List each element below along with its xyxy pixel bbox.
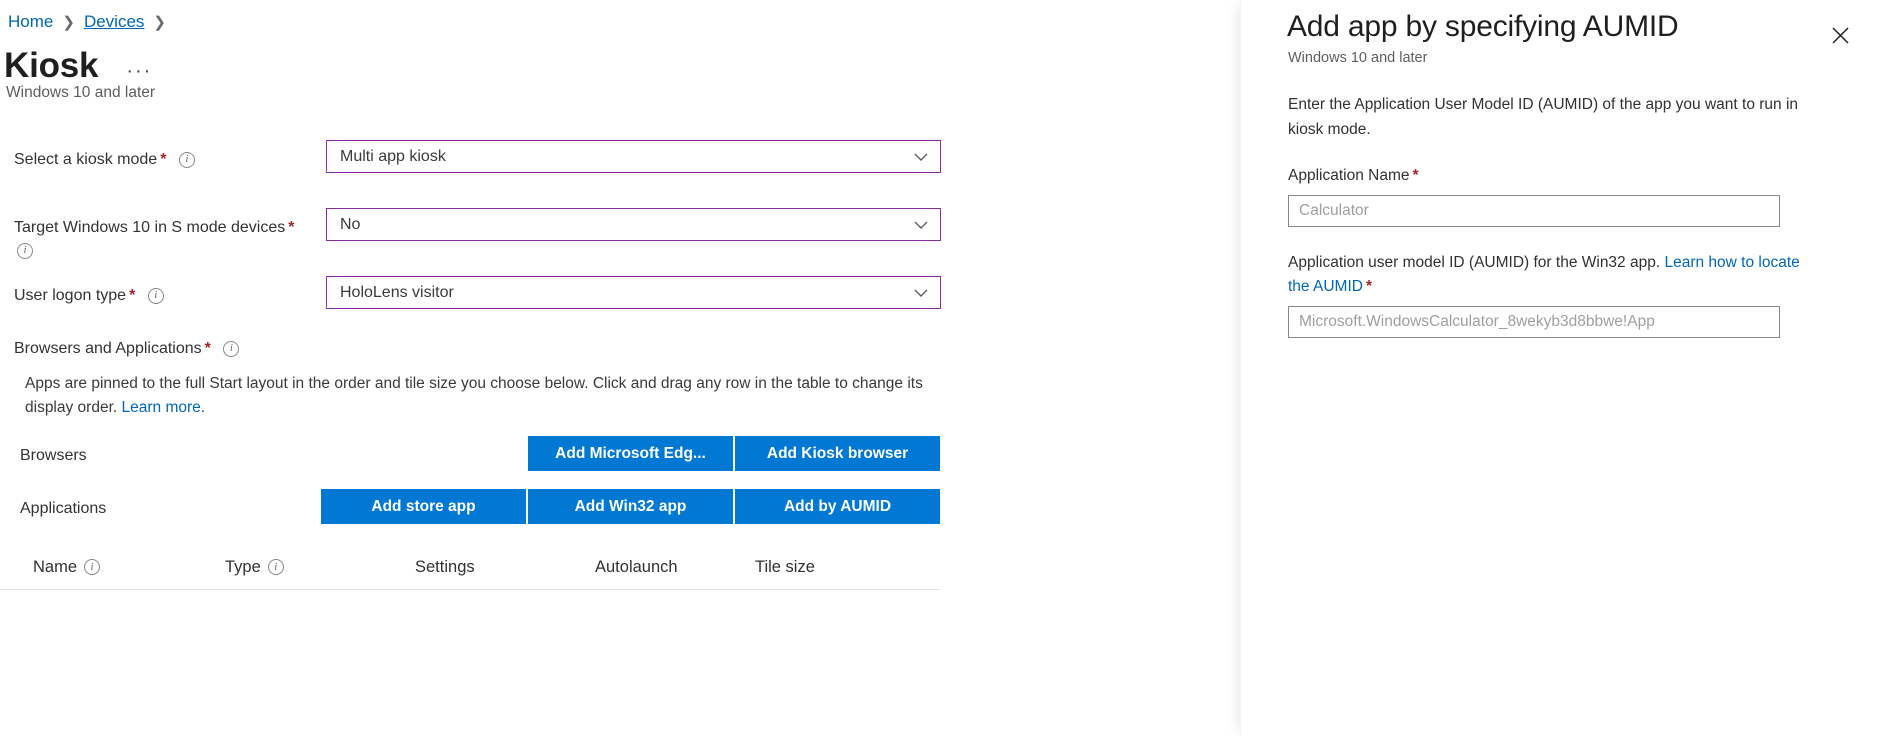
more-options-button[interactable]: ··· [120,61,158,81]
chevron-down-icon [912,148,930,166]
add-store-app-button[interactable]: Add store app [321,489,526,524]
add-app-button-rows: Browsers Add Microsoft Edg... Add Kiosk … [0,436,1240,531]
aumid-input[interactable]: Microsoft.WindowsCalculator_8wekyb3d8bbw… [1288,306,1780,338]
table-header-settings: Settings [415,558,595,577]
chevron-down-icon [912,216,930,234]
required-asterisk: * [160,151,166,168]
add-win32-app-button[interactable]: Add Win32 app [528,489,733,524]
dropdown-logon-type[interactable]: HoloLens visitor [326,276,941,309]
kiosk-settings-form: Select a kiosk mode* i Multi app kiosk T… [0,140,1240,590]
application-name-input[interactable]: Calculator [1288,195,1780,227]
table-header-name: Name i [33,558,225,577]
applications-row-label: Applications [20,500,106,518]
apps-section-header: Browsers and Applications* i Apps are pi… [0,340,1240,436]
breadcrumb-item-devices[interactable]: Devices [84,12,144,32]
info-icon[interactable]: i [179,152,195,168]
dropdown-s-mode-value: No [340,216,912,234]
applications-button-row: Applications Add store app Add Win32 app… [0,489,1240,531]
table-header-type-text: Type [225,558,261,577]
label-browsers-and-applications: Browsers and Applications* i [14,340,239,358]
aumid-placeholder: Microsoft.WindowsCalculator_8wekyb3d8bbw… [1299,313,1655,331]
add-kiosk-browser-button[interactable]: Add Kiosk browser [735,436,940,471]
panel-body: Enter the Application User Model ID (AUM… [1241,92,1881,362]
table-header-tile-size: Tile size [755,558,895,577]
label-application-name: Application Name* [1288,164,1800,188]
form-row-kiosk-mode: Select a kiosk mode* i Multi app kiosk [0,140,1240,178]
label-aumid: Application user model ID (AUMID) for th… [1288,251,1800,299]
info-icon[interactable]: i [17,243,33,259]
label-aumid-text: Application user model ID (AUMID) for th… [1288,254,1664,271]
dropdown-logon-type-value: HoloLens visitor [340,284,912,302]
table-header-row: Name i Type i Settings Autolaunch Tile s… [0,545,940,589]
panel-title: Add app by specifying AUMID [1287,10,1678,44]
add-aumid-panel: Add app by specifying AUMID Windows 10 a… [1240,0,1881,736]
page-subtitle: Windows 10 and later [6,84,155,102]
table-header-divider [0,589,940,590]
chevron-down-icon [912,284,930,302]
label-logon-type-text: User logon type [14,287,126,304]
application-name-placeholder: Calculator [1299,202,1369,220]
table-header-autolaunch: Autolaunch [595,558,755,577]
info-icon[interactable]: i [268,559,284,575]
info-icon[interactable]: i [84,559,100,575]
table-header-name-text: Name [33,558,77,577]
close-icon[interactable] [1823,18,1857,52]
page-title-row: Kiosk ··· [4,46,158,86]
label-kiosk-mode: Select a kiosk mode* i [14,148,314,171]
info-icon[interactable]: i [148,288,164,304]
panel-description: Enter the Application User Model ID (AUM… [1288,92,1800,142]
app-root: Home ❯ Devices ❯ Kiosk ··· Windows 10 an… [0,0,1881,736]
apps-table-header: Name i Type i Settings Autolaunch Tile s… [0,545,940,590]
breadcrumb-separator-icon: ❯ [153,13,166,31]
required-asterisk: * [1412,167,1418,184]
add-microsoft-edge-button[interactable]: Add Microsoft Edg... [528,436,733,471]
apps-section-description: Apps are pinned to the full Start layout… [25,372,925,420]
panel-subtitle: Windows 10 and later [1288,50,1427,66]
panel-header: Add app by specifying AUMID Windows 10 a… [1241,0,1881,14]
info-icon[interactable]: i [223,341,239,357]
label-kiosk-mode-text: Select a kiosk mode [14,151,157,168]
browsers-row-label: Browsers [20,447,87,465]
label-logon-type: User logon type* i [14,284,314,307]
description-period: . [201,399,205,416]
form-row-logon-type: User logon type* i HoloLens visitor [0,276,1240,314]
required-asterisk: * [288,219,294,236]
dropdown-s-mode[interactable]: No [326,208,941,241]
breadcrumb-separator-icon: ❯ [62,13,75,31]
required-asterisk: * [1366,278,1372,295]
dropdown-kiosk-mode[interactable]: Multi app kiosk [326,140,941,173]
label-s-mode: Target Windows 10 in S mode devices* i [14,216,314,262]
dropdown-kiosk-mode-value: Multi app kiosk [340,148,912,166]
breadcrumb-item-home[interactable]: Home [8,12,53,32]
learn-more-link[interactable]: Learn more [122,399,201,416]
required-asterisk: * [129,287,135,304]
applications-buttons: Add store app Add Win32 app Add by AUMID [321,489,940,524]
table-header-type: Type i [225,558,415,577]
breadcrumb: Home ❯ Devices ❯ [8,12,166,32]
browsers-button-row: Browsers Add Microsoft Edg... Add Kiosk … [0,436,1240,478]
browsers-buttons: Add Microsoft Edg... Add Kiosk browser [528,436,940,471]
page-title: Kiosk [4,46,98,86]
label-s-mode-text: Target Windows 10 in S mode devices [14,219,285,236]
label-application-name-text: Application Name [1288,167,1409,184]
main-content-pane: Home ❯ Devices ❯ Kiosk ··· Windows 10 an… [0,0,1240,736]
label-browsers-and-applications-text: Browsers and Applications [14,340,202,357]
form-row-s-mode: Target Windows 10 in S mode devices* i N… [0,208,1240,246]
add-by-aumid-button[interactable]: Add by AUMID [735,489,940,524]
required-asterisk: * [205,340,211,357]
